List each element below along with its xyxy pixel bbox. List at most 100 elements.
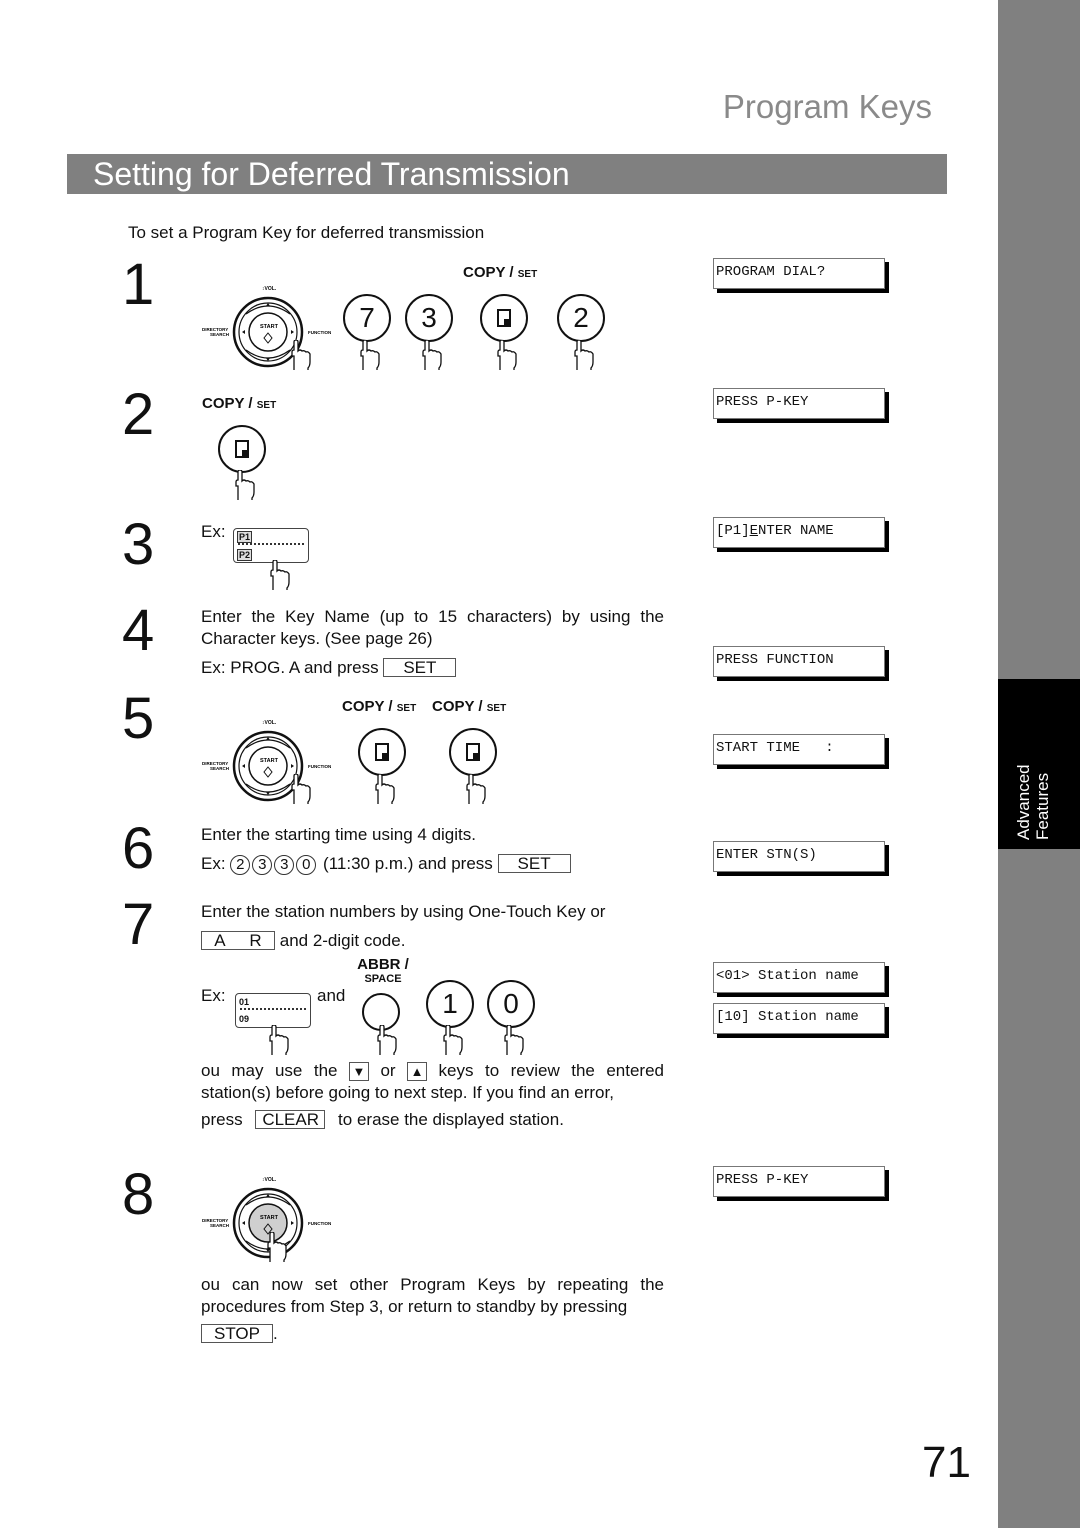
document-icon [466, 743, 480, 761]
digit-key-0[interactable]: 0 [296, 855, 317, 875]
divider [240, 1008, 306, 1010]
set-key[interactable]: SET [383, 658, 457, 677]
pointing-hand-icon [262, 1232, 288, 1262]
period: . [273, 1324, 278, 1343]
pointing-hand-icon [286, 774, 312, 804]
digit-key-3[interactable]: 3 [252, 855, 273, 875]
key-7-button[interactable]: 7 [343, 294, 391, 342]
copy-set-label: COPY / SET [202, 395, 276, 412]
instruction-text: and 2-digit code. [279, 931, 406, 950]
copy-set-label: COPY / SET [342, 698, 416, 715]
pointing-hand-icon [499, 1025, 525, 1055]
divider [238, 543, 304, 545]
page-number: 71 [922, 1438, 971, 1487]
pointing-hand-icon [569, 340, 595, 370]
example-text: Ex: PROG. A and press [201, 658, 379, 677]
lcd-text: NTER NAME [758, 523, 834, 539]
pointing-hand-icon [355, 340, 381, 370]
step-6-instruction: Enter the starting time using 4 digits. [201, 825, 476, 844]
one-touch-key-panel[interactable]: 01 09 [235, 993, 311, 1028]
digit-key-3[interactable]: 3 [274, 855, 295, 875]
one-touch-09[interactable]: 09 [239, 1014, 249, 1024]
set-label: SET [396, 703, 417, 714]
lcd-cursor: E [749, 523, 759, 539]
step-7-note: ou may use the ▼ or ▲ keys to review the… [201, 1060, 664, 1104]
pointing-hand-icon [370, 774, 396, 804]
step-4-example: Ex: PROG. A and press SET [201, 658, 457, 678]
pointing-hand-icon [438, 1025, 464, 1055]
title-banner: Setting for Deferred Transmission [67, 154, 947, 194]
lcd-display-step-2: PRESS P-KEY [713, 388, 885, 419]
intro-text: To set a Program Key for deferred transm… [128, 223, 485, 242]
lcd-display-step-1: PROGRAM DIAL? [713, 258, 885, 289]
lcd-display-step-6: ENTER STN(S) [713, 841, 885, 872]
copy-set-button[interactable] [218, 425, 266, 473]
copy-set-button[interactable] [480, 294, 528, 342]
one-touch-01[interactable]: 01 [239, 997, 249, 1007]
set-key[interactable]: SET [497, 854, 571, 873]
p2-key[interactable]: P2 [237, 549, 253, 561]
set-label: SET [256, 400, 277, 411]
lcd-prefix: [P1] [716, 523, 750, 539]
down-arrow-key[interactable]: ▼ [348, 1062, 369, 1082]
lcd-display-step-8: PRESS P-KEY [713, 1166, 885, 1197]
lcd-display-step-7-a: <01> Station name [713, 962, 885, 993]
lcd-display-step-3: [P1]ENTER NAME [713, 517, 885, 548]
lcd-display-step-7-b: [10] Station name [713, 1003, 885, 1034]
copy-label: COPY / [432, 698, 487, 715]
sidebar-tab-label: Advanced Features [1014, 764, 1052, 840]
example-label: Ex: [201, 522, 226, 541]
copy-set-label: COPY / SET [432, 698, 506, 715]
section-title: Program Keys [722, 88, 932, 125]
abbr-key[interactable]: A R [201, 931, 275, 950]
copy-label: COPY / [202, 395, 257, 412]
document-icon [497, 309, 511, 327]
note-text: ou may use the [201, 1061, 338, 1080]
step-number-3: 3 [122, 512, 155, 577]
stop-key[interactable]: STOP [201, 1324, 273, 1343]
step-number-1: 1 [122, 252, 155, 317]
key-2-button[interactable]: 2 [557, 294, 605, 342]
key-1-button[interactable]: 1 [426, 980, 474, 1028]
space-label: SPACE [364, 973, 402, 985]
document-icon [235, 440, 249, 458]
step-7-instruction: Enter the station numbers by using One-T… [201, 902, 606, 921]
copy-label: COPY / [342, 698, 397, 715]
copy-label: COPY / [463, 264, 518, 281]
key-3-button[interactable]: 3 [405, 294, 453, 342]
step-number-5: 5 [122, 686, 155, 751]
example-label: Ex: [201, 854, 226, 873]
example-label: Ex: [201, 986, 226, 1005]
pointing-hand-icon [286, 340, 312, 370]
lcd-display-step-4: PRESS FUNCTION [713, 646, 885, 677]
program-key-panel[interactable]: P1 P2 [233, 528, 309, 563]
step-number-4: 4 [122, 598, 155, 663]
abbr-label: ABBR / [357, 956, 409, 973]
copy-set-label: COPY / SET [463, 264, 537, 281]
up-arrow-key[interactable]: ▲ [407, 1062, 428, 1082]
pointing-hand-icon [492, 340, 518, 370]
p1-key[interactable]: P1 [237, 531, 253, 543]
step-number-7: 7 [122, 892, 155, 957]
clear-key[interactable]: CLEAR [255, 1110, 326, 1129]
pointing-hand-icon [417, 340, 443, 370]
example-text: (11:30 p.m.) and press [323, 854, 493, 873]
navigation-pad-icon[interactable] [202, 284, 352, 374]
document-icon [375, 743, 389, 761]
step-7-instruction-2: A R and 2-digit code. [201, 931, 405, 951]
set-label: SET [517, 269, 538, 280]
key-0-button[interactable]: 0 [487, 980, 535, 1028]
pointing-hand-icon [264, 1025, 290, 1055]
note-text: or [380, 1061, 396, 1080]
step-number-6: 6 [122, 816, 155, 881]
and-label: and [317, 986, 346, 1005]
abbr-space-label: ABBR / SPACE [352, 956, 414, 986]
page-title: Setting for Deferred Transmission [93, 156, 570, 192]
copy-set-button[interactable] [358, 728, 406, 776]
pointing-hand-icon [265, 560, 291, 590]
navigation-pad-icon[interactable] [202, 718, 352, 808]
copy-set-button[interactable] [449, 728, 497, 776]
digit-key-2[interactable]: 2 [230, 855, 251, 875]
set-label: SET [486, 703, 507, 714]
pointing-hand-icon [230, 470, 256, 500]
